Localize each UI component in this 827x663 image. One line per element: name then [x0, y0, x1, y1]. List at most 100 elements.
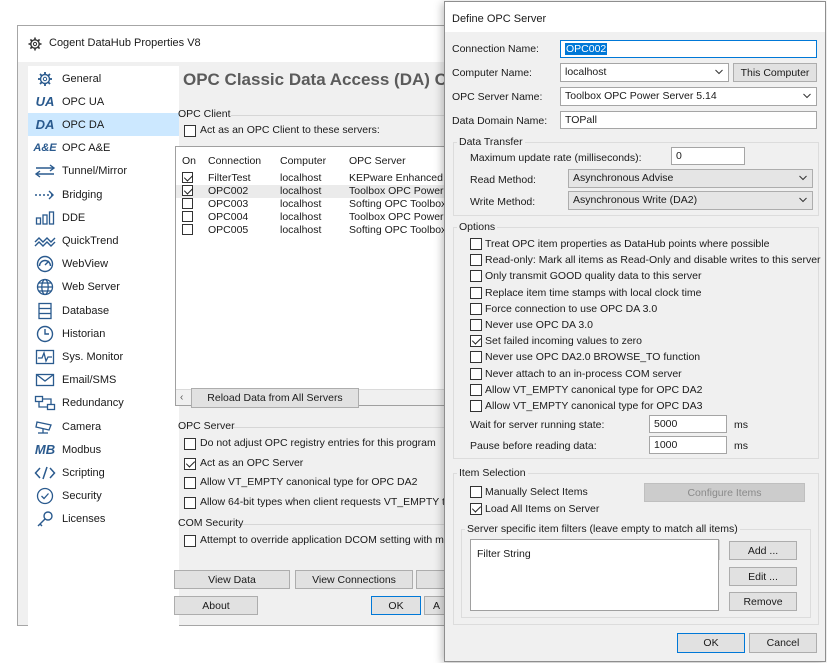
sidebar-item-dde[interactable]: DDE [28, 206, 179, 229]
opc-server-option-checkbox[interactable] [184, 457, 196, 470]
sidebar-item-licenses[interactable]: Licenses [28, 508, 179, 531]
opc-server-option-checkbox[interactable] [184, 477, 196, 489]
column-header-computer[interactable]: Computer [280, 155, 326, 167]
reload-data-button[interactable]: Reload Data from All Servers [191, 388, 359, 408]
write-method-combo[interactable]: Asynchronous Write (DA2) [568, 191, 813, 210]
data-transfer-group-label: Data Transfer [457, 136, 525, 148]
view-data-button[interactable]: View Data [174, 570, 290, 589]
sidebar-item-opc-ua[interactable]: UA OPC UA [28, 90, 179, 113]
option-checkbox[interactable] [470, 367, 482, 380]
opc-server-group-label: OPC Server [178, 420, 235, 432]
opc-server-option-checkbox[interactable] [184, 438, 196, 450]
option-checkbox[interactable] [470, 286, 482, 299]
option-checkbox[interactable] [470, 400, 482, 412]
column-header-connection[interactable]: Connection [208, 155, 261, 167]
com-security-group-label: COM Security [178, 517, 244, 529]
connection-name-input[interactable]: OPC002 [560, 40, 817, 58]
table-row[interactable]: OPC002 localhost Toolbox OPC Power Se [176, 185, 458, 198]
filter-list[interactable]: Filter String [470, 539, 720, 611]
server-list[interactable]: On Connection Computer OPC Server Filter… [175, 146, 459, 406]
opc-server-name-combo[interactable]: Toolbox OPC Power Server 5.14 [560, 87, 817, 106]
option-checkbox[interactable] [470, 383, 482, 396]
scroll-left-icon[interactable]: ‹ [180, 392, 183, 403]
cell-computer: localhost [280, 224, 322, 236]
cell-server: Toolbox OPC Power Se [349, 211, 459, 223]
column-header-opc-server[interactable]: OPC Server [349, 155, 406, 167]
wait-running-label: Wait for server running state: [470, 419, 605, 431]
pause-reading-label: Pause before reading data: [470, 440, 597, 452]
sidebar-item-bridging[interactable]: Bridging [28, 183, 179, 206]
option-label: Never attach to an in-process COM server [485, 367, 682, 380]
sidebar-item-quicktrend[interactable]: QuickTrend [28, 229, 179, 252]
column-header-on[interactable]: On [182, 155, 196, 167]
sidebar-item-opc-a-e[interactable]: A&E OPC A&E [28, 137, 179, 160]
this-computer-button[interactable]: This Computer [733, 63, 817, 82]
configure-items-button[interactable]: Configure Items [644, 483, 805, 502]
sidebar-item-label: QuickTrend [62, 234, 119, 247]
sidebar-item-scripting[interactable]: Scripting [28, 461, 179, 484]
sidebar-item-label: Redundancy [62, 397, 124, 410]
filter-string-column-header[interactable]: Filter String [477, 548, 531, 560]
sidebar-item-modbus[interactable]: MB Modbus [28, 438, 179, 461]
ok-button[interactable]: OK [371, 596, 421, 615]
table-row[interactable]: OPC005 localhost Softing OPC Toolbox D [176, 224, 458, 237]
sidebar-item-general[interactable]: General [28, 67, 179, 90]
dialog-title: Define OPC Server [452, 13, 547, 25]
table-row[interactable]: OPC003 localhost Softing OPC Toolbox D [176, 198, 458, 211]
row-enabled-checkbox[interactable] [182, 198, 193, 209]
redundancy-icon [34, 394, 56, 412]
table-row[interactable]: OPC004 localhost Toolbox OPC Power Se [176, 211, 458, 224]
opc-server-option-checkbox[interactable] [184, 496, 196, 509]
max-update-rate-input[interactable]: 0 [671, 147, 745, 165]
dde-icon [34, 209, 56, 227]
sidebar-item-camera[interactable]: Camera [28, 415, 179, 438]
option-checkbox[interactable] [470, 351, 482, 364]
view-connections-button[interactable]: View Connections [295, 570, 413, 589]
column-divider [719, 540, 720, 560]
about-button[interactable]: About [174, 596, 258, 615]
option-checkbox[interactable] [470, 319, 482, 331]
cell-server: Toolbox OPC Power Se [349, 185, 459, 197]
dialog-ok-button[interactable]: OK [677, 633, 745, 653]
sidebar-item-historian[interactable]: Historian [28, 322, 179, 345]
dialog-cancel-button[interactable]: Cancel [749, 633, 817, 653]
sidebar-item-sys-monitor[interactable]: Sys. Monitor [28, 345, 179, 368]
edit-filter-button[interactable]: Edit ... [729, 567, 797, 586]
override-dcom-label: Attempt to override application DCOM set… [200, 534, 470, 546]
manually-select-checkbox[interactable] [470, 486, 482, 498]
option-checkbox[interactable] [470, 302, 482, 315]
override-dcom-checkbox[interactable] [184, 535, 196, 547]
read-method-combo[interactable]: Asynchronous Advise [568, 169, 813, 188]
sidebar-item-redundancy[interactable]: Redundancy [28, 392, 179, 415]
option-checkbox[interactable] [470, 238, 482, 250]
sidebar-item-database[interactable]: Database [28, 299, 179, 322]
sidebar-item-email-sms[interactable]: Email/SMS [28, 369, 179, 392]
act-as-client-checkbox[interactable] [184, 125, 196, 137]
option-checkbox[interactable] [470, 254, 482, 267]
row-enabled-checkbox[interactable] [182, 211, 193, 222]
sidebar-item-tunnel-mirror[interactable]: Tunnel/Mirror [28, 160, 179, 183]
load-all-items-checkbox[interactable] [470, 503, 482, 515]
sidebar-item-webview[interactable]: WebView [28, 253, 179, 276]
remove-filter-button[interactable]: Remove [729, 592, 797, 611]
row-enabled-checkbox[interactable] [182, 172, 193, 183]
cell-server: KEPware Enhanced OPC [349, 172, 459, 184]
gear-icon [28, 37, 42, 51]
chevron-down-icon [799, 175, 807, 181]
option-checkbox[interactable] [470, 270, 482, 283]
computer-name-combo[interactable]: localhost [560, 63, 729, 82]
row-enabled-checkbox[interactable] [182, 185, 193, 196]
wait-running-input[interactable]: 5000 [649, 415, 727, 433]
table-row[interactable]: FilterTest localhost KEPware Enhanced OPC [176, 172, 458, 185]
sidebar-item-opc-da[interactable]: DA OPC DA [28, 113, 179, 137]
option-checkbox[interactable] [470, 335, 482, 348]
database-icon [34, 302, 56, 320]
add-filter-button[interactable]: Add ... [729, 541, 797, 560]
data-domain-input[interactable]: TOPall [560, 111, 817, 129]
envelope-icon [34, 371, 56, 389]
main-titlebar: Cogent DataHub Properties V8 [18, 26, 458, 62]
row-enabled-checkbox[interactable] [182, 224, 193, 235]
sidebar-item-web-server[interactable]: Web Server [28, 276, 179, 299]
sidebar-item-security[interactable]: Security [28, 485, 179, 508]
pause-reading-input[interactable]: 1000 [649, 436, 727, 454]
